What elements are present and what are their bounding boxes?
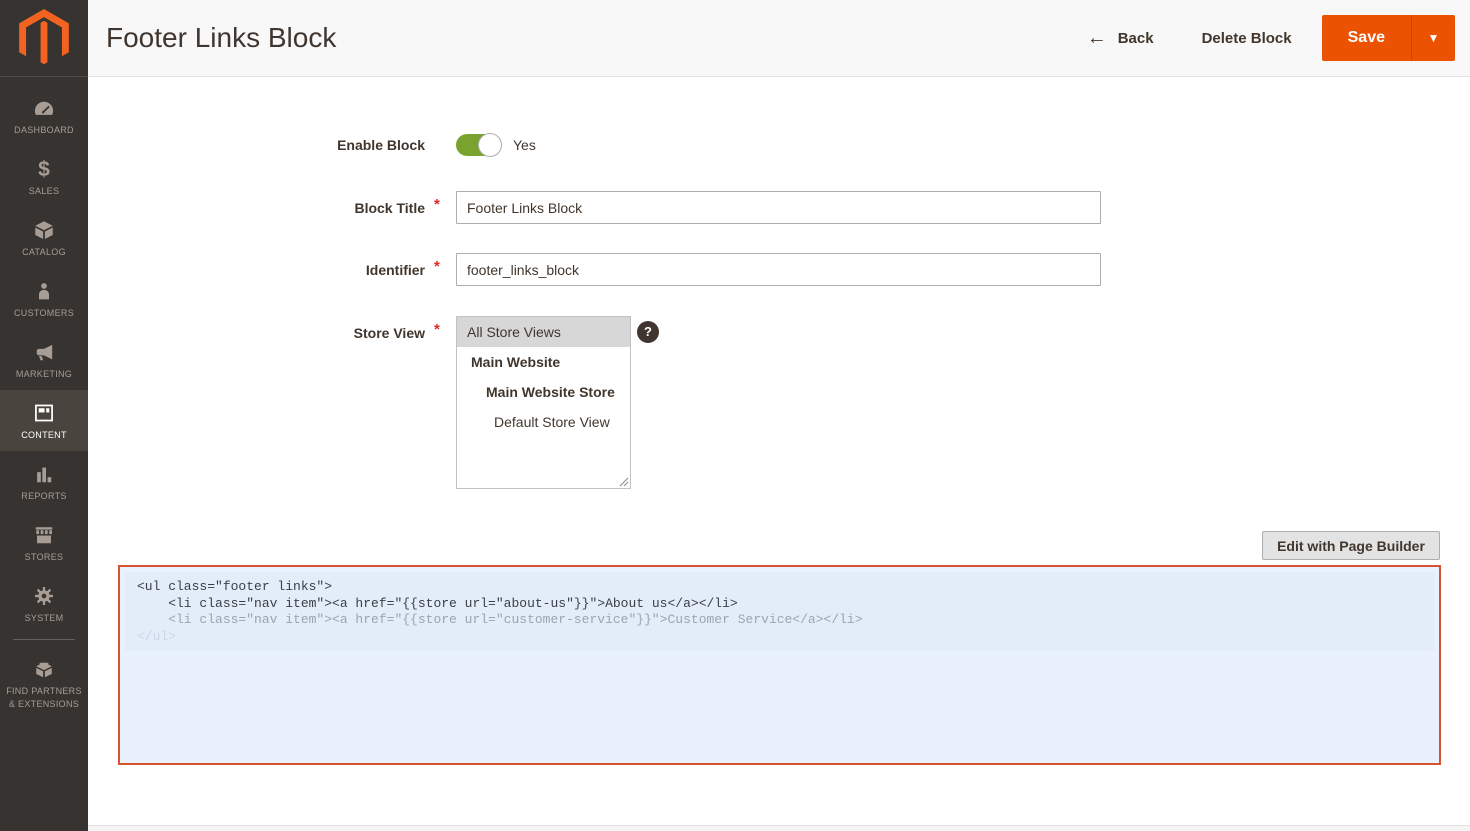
store-view-option[interactable]: Main Website Store xyxy=(457,377,630,407)
identifier-label: Identifier xyxy=(88,260,425,280)
sidebar-item-dashboard[interactable]: DASHBOARD xyxy=(0,85,88,146)
sidebar-item-label: FIND PARTNERS & EXTENSIONS xyxy=(4,685,84,709)
sidebar-divider xyxy=(13,639,75,640)
toggle-knob xyxy=(478,133,502,157)
back-button[interactable]: ← Back xyxy=(1087,28,1154,48)
sidebar-item-system[interactable]: SYSTEM xyxy=(0,573,88,634)
sidebar-item-label: DASHBOARD xyxy=(14,124,74,136)
required-asterisk: * xyxy=(434,196,440,213)
help-icon[interactable]: ? xyxy=(637,321,659,343)
code-line: <ul class="footer links"> xyxy=(137,579,1422,596)
sidebar-item-content[interactable]: CONTENT xyxy=(0,390,88,451)
save-options-toggle[interactable]: ▼ xyxy=(1411,15,1455,61)
store-view-multiselect[interactable]: All Store Views Main Website Main Websit… xyxy=(456,316,631,489)
save-split-button: Save ▼ xyxy=(1322,15,1455,61)
identifier-input[interactable] xyxy=(456,253,1101,286)
back-arrow-icon: ← xyxy=(1087,28,1107,48)
block-title-input[interactable] xyxy=(456,191,1101,224)
sidebar-item-catalog[interactable]: CATALOG xyxy=(0,207,88,268)
page-header: Footer Links Block ← Back Delete Block S… xyxy=(88,0,1470,77)
sidebar-item-label: REPORTS xyxy=(21,490,66,502)
enable-block-value: Yes xyxy=(513,134,536,156)
dollar-icon: $ xyxy=(38,156,50,180)
sidebar-item-sales[interactable]: $ SALES xyxy=(0,146,88,207)
block-title-label: Block Title xyxy=(88,198,425,218)
sidebar-item-customers[interactable]: CUSTOMERS xyxy=(0,268,88,329)
content-code-editor[interactable]: <ul class="footer links"> <li class="nav… xyxy=(118,565,1441,765)
sidebar-item-label: MARKETING xyxy=(16,368,72,380)
next-section-strip xyxy=(88,825,1470,831)
enable-block-label: Enable Block xyxy=(88,135,425,155)
bar-chart-icon xyxy=(33,461,55,485)
sidebar-menu: DASHBOARD $ SALES CATALOG xyxy=(0,77,88,720)
save-button[interactable]: Save xyxy=(1322,15,1411,61)
code-block: <ul class="footer links"> <li class="nav… xyxy=(125,572,1434,651)
enable-block-toggle[interactable] xyxy=(456,134,501,156)
sidebar-item-label: CONTENT xyxy=(21,429,67,441)
megaphone-icon xyxy=(33,339,55,363)
sidebar-item-stores[interactable]: STORES xyxy=(0,512,88,573)
store-view-label: Store View xyxy=(88,323,425,343)
magento-logo-icon xyxy=(18,9,70,67)
person-icon xyxy=(34,278,54,302)
page-title: Footer Links Block xyxy=(106,22,336,54)
required-asterisk: * xyxy=(434,258,440,275)
sidebar-item-label: SALES xyxy=(29,185,60,197)
sidebar-item-label: CATALOG xyxy=(22,246,66,258)
magento-logo[interactable] xyxy=(0,0,88,77)
code-line: </ul> xyxy=(137,629,1422,646)
back-button-label: Back xyxy=(1118,30,1154,47)
sidebar-item-label: STORES xyxy=(25,551,64,563)
code-line: <li class="nav item"><a href="{{store ur… xyxy=(137,596,1422,613)
brick-icon xyxy=(33,656,55,680)
sidebar-item-label: SYSTEM xyxy=(25,612,64,624)
sidebar-item-reports[interactable]: REPORTS xyxy=(0,451,88,512)
main-content: Enable Block Yes Block Title * Identifie… xyxy=(88,78,1470,831)
sidebar-item-marketing[interactable]: MARKETING xyxy=(0,329,88,390)
gauge-icon xyxy=(33,95,55,119)
delete-block-button[interactable]: Delete Block xyxy=(1202,30,1292,47)
resize-handle-icon[interactable] xyxy=(619,477,629,487)
header-actions: ← Back Delete Block Save ▼ xyxy=(1087,15,1455,61)
required-asterisk: * xyxy=(434,321,440,338)
edit-with-page-builder-button[interactable]: Edit with Page Builder xyxy=(1262,531,1440,560)
store-view-option[interactable]: Main Website xyxy=(457,347,630,377)
admin-sidebar: DASHBOARD $ SALES CATALOG xyxy=(0,0,88,831)
store-view-option[interactable]: All Store Views xyxy=(457,317,630,347)
chevron-down-icon: ▼ xyxy=(1428,31,1440,45)
sidebar-item-find-partners[interactable]: FIND PARTNERS & EXTENSIONS xyxy=(0,646,88,720)
store-view-option[interactable]: Default Store View xyxy=(457,407,630,437)
box-icon xyxy=(33,217,55,241)
gear-icon xyxy=(33,583,55,607)
code-line: <li class="nav item"><a href="{{store ur… xyxy=(137,612,1422,629)
storefront-icon xyxy=(33,522,55,546)
sidebar-item-label: CUSTOMERS xyxy=(14,307,74,319)
layout-icon xyxy=(33,400,55,424)
